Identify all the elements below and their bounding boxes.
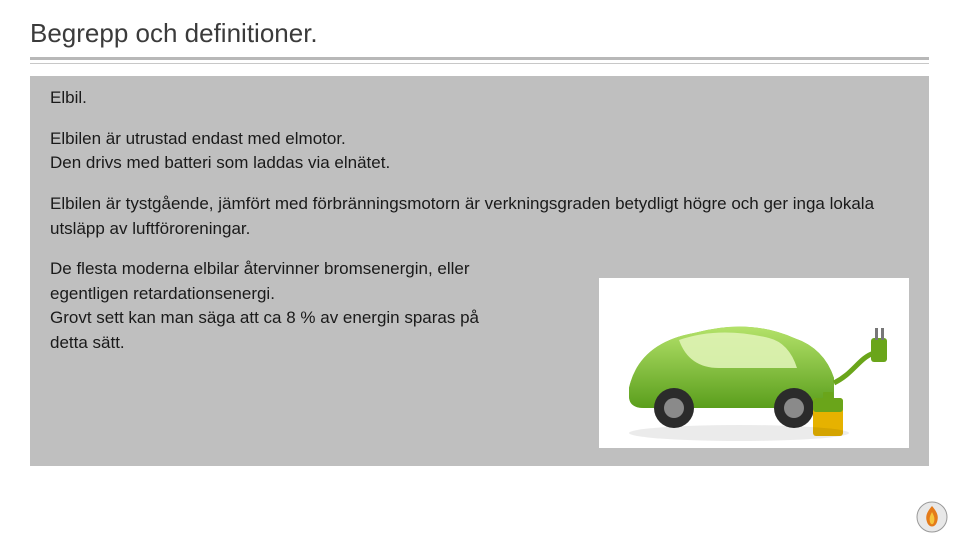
divider-thin bbox=[30, 63, 929, 64]
sentence-2: Den drivs med batteri som laddas via eln… bbox=[50, 153, 390, 172]
slide: Begrepp och definitioner. Elbil. Elbilen… bbox=[0, 0, 959, 542]
paragraph-1: Elbilen är utrustad endast med elmotor. … bbox=[50, 127, 900, 176]
subtitle: Elbil. bbox=[50, 86, 909, 111]
electric-car-image bbox=[599, 278, 909, 448]
slide-title: Begrepp och definitioner. bbox=[30, 18, 929, 49]
sentence-4: De flesta moderna elbilar återvinner bro… bbox=[50, 259, 470, 303]
sentence-5: Grovt sett kan man säga att ca 8 % av en… bbox=[50, 308, 479, 352]
sentence-1: Elbilen är utrustad endast med elmotor. bbox=[50, 129, 346, 148]
content-band: Elbil. Elbilen är utrustad endast med el… bbox=[30, 76, 929, 466]
corner-logo-icon bbox=[915, 500, 949, 534]
paragraph-3: De flesta moderna elbilar återvinner bro… bbox=[50, 257, 520, 356]
paragraph-2: Elbilen är tystgående, jämfört med förbr… bbox=[50, 192, 900, 241]
divider-thick bbox=[30, 57, 929, 60]
